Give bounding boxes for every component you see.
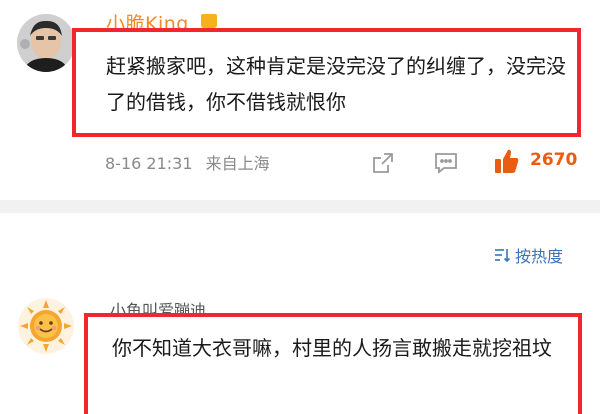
section-divider [0, 200, 600, 213]
sort-icon [495, 249, 511, 263]
avatar[interactable] [18, 298, 74, 354]
comment-username[interactable]: 小脆King [106, 14, 189, 28]
comment-icon[interactable] [434, 152, 458, 174]
sort-label: 按热度 [515, 247, 564, 266]
crown-badge-icon [201, 14, 217, 28]
comment-meta: 8-16 21:31 来自上海 [105, 150, 270, 174]
comment-text: 赶紧搬家吧，这种肯定是没完没了的纠缠了，没完没了的借钱，你不借钱就恨你 [106, 54, 566, 114]
avatar[interactable] [17, 14, 75, 72]
comment-timestamp: 8-16 21:31 [105, 154, 193, 173]
comment-location: 来自上海 [205, 154, 270, 173]
thumbs-up-icon[interactable] [494, 148, 520, 174]
comment-text: 你不知道大衣哥嘛，村里的人扬言敢搬走就挖祖坟 [112, 336, 552, 360]
comment-username[interactable]: 小鱼叫爱蹦迪 [110, 300, 206, 314]
like-count: 2670 [530, 150, 578, 170]
sort-by-popularity-button[interactable]: 按热度 [493, 243, 563, 267]
share-icon[interactable] [372, 152, 394, 174]
